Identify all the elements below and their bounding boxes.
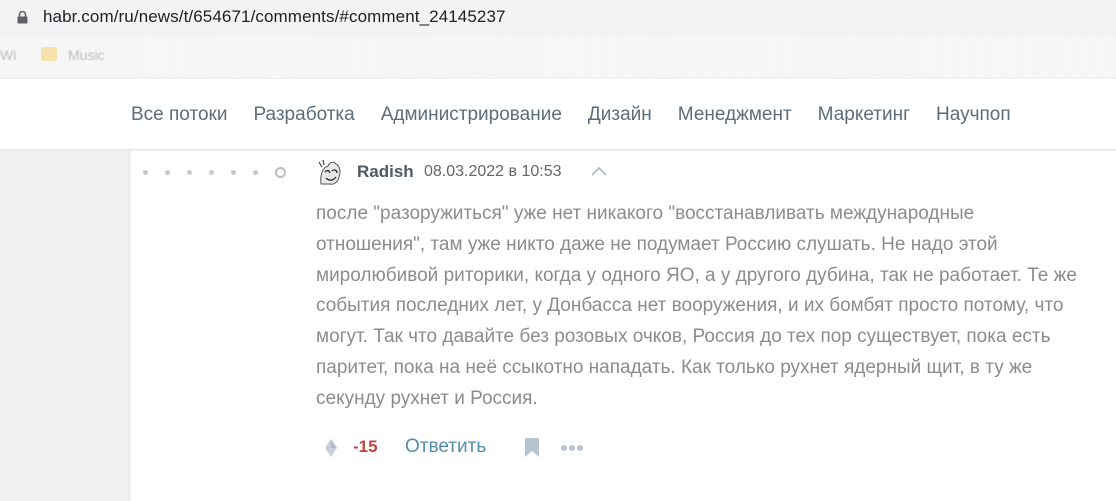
- nav-item-management[interactable]: Менеджмент: [678, 104, 792, 126]
- nav-item-administration[interactable]: Администрирование: [381, 104, 562, 126]
- blurred-bookmarks: [130, 36, 1116, 78]
- thread-dot: [209, 170, 214, 175]
- comment-score: -15: [353, 437, 378, 456]
- lock-icon: [17, 11, 28, 24]
- comment-author[interactable]: Radish: [357, 162, 414, 182]
- thread-dot: [165, 170, 170, 175]
- bookmark-item[interactable]: Music: [68, 47, 105, 63]
- thread-current-dot[interactable]: [275, 167, 286, 178]
- vote-icon[interactable]: [324, 438, 338, 458]
- comment-body: после "разоружиться" уже нет никакого "в…: [316, 203, 1077, 409]
- thread-dot: [143, 170, 148, 175]
- comment-date[interactable]: 08.03.2022 в 10:53: [424, 163, 562, 181]
- bookmark-icon[interactable]: [524, 437, 540, 458]
- nav-item-popsci[interactable]: Научпоп: [936, 104, 1011, 126]
- nav-item-marketing[interactable]: Маркетинг: [818, 104, 910, 126]
- folder-icon: [41, 47, 57, 61]
- nav-item-development[interactable]: Разработка: [253, 104, 354, 126]
- chevron-up-icon[interactable]: [590, 164, 608, 178]
- radish-avatar-icon: [316, 158, 344, 186]
- bookmark-item[interactable]: Wi: [0, 47, 16, 63]
- thread-dot: [231, 170, 236, 175]
- url-text[interactable]: habr.com/ru/news/t/654671/comments/#comm…: [43, 7, 506, 27]
- reply-button[interactable]: Ответить: [405, 436, 486, 458]
- nav-item-all-streams[interactable]: Все потоки: [131, 104, 227, 126]
- thread-depth-indicator: [143, 167, 286, 178]
- avatar[interactable]: [316, 158, 344, 186]
- address-bar[interactable]: habr.com/ru/news/t/654671/comments/#comm…: [0, 0, 1116, 36]
- thread-dot: [253, 170, 258, 175]
- more-icon[interactable]: [560, 444, 584, 452]
- nav-menu: Все потоки Разработка Администрирование …: [131, 104, 1011, 126]
- thread-dot: [187, 170, 192, 175]
- nav-item-design[interactable]: Дизайн: [588, 104, 652, 126]
